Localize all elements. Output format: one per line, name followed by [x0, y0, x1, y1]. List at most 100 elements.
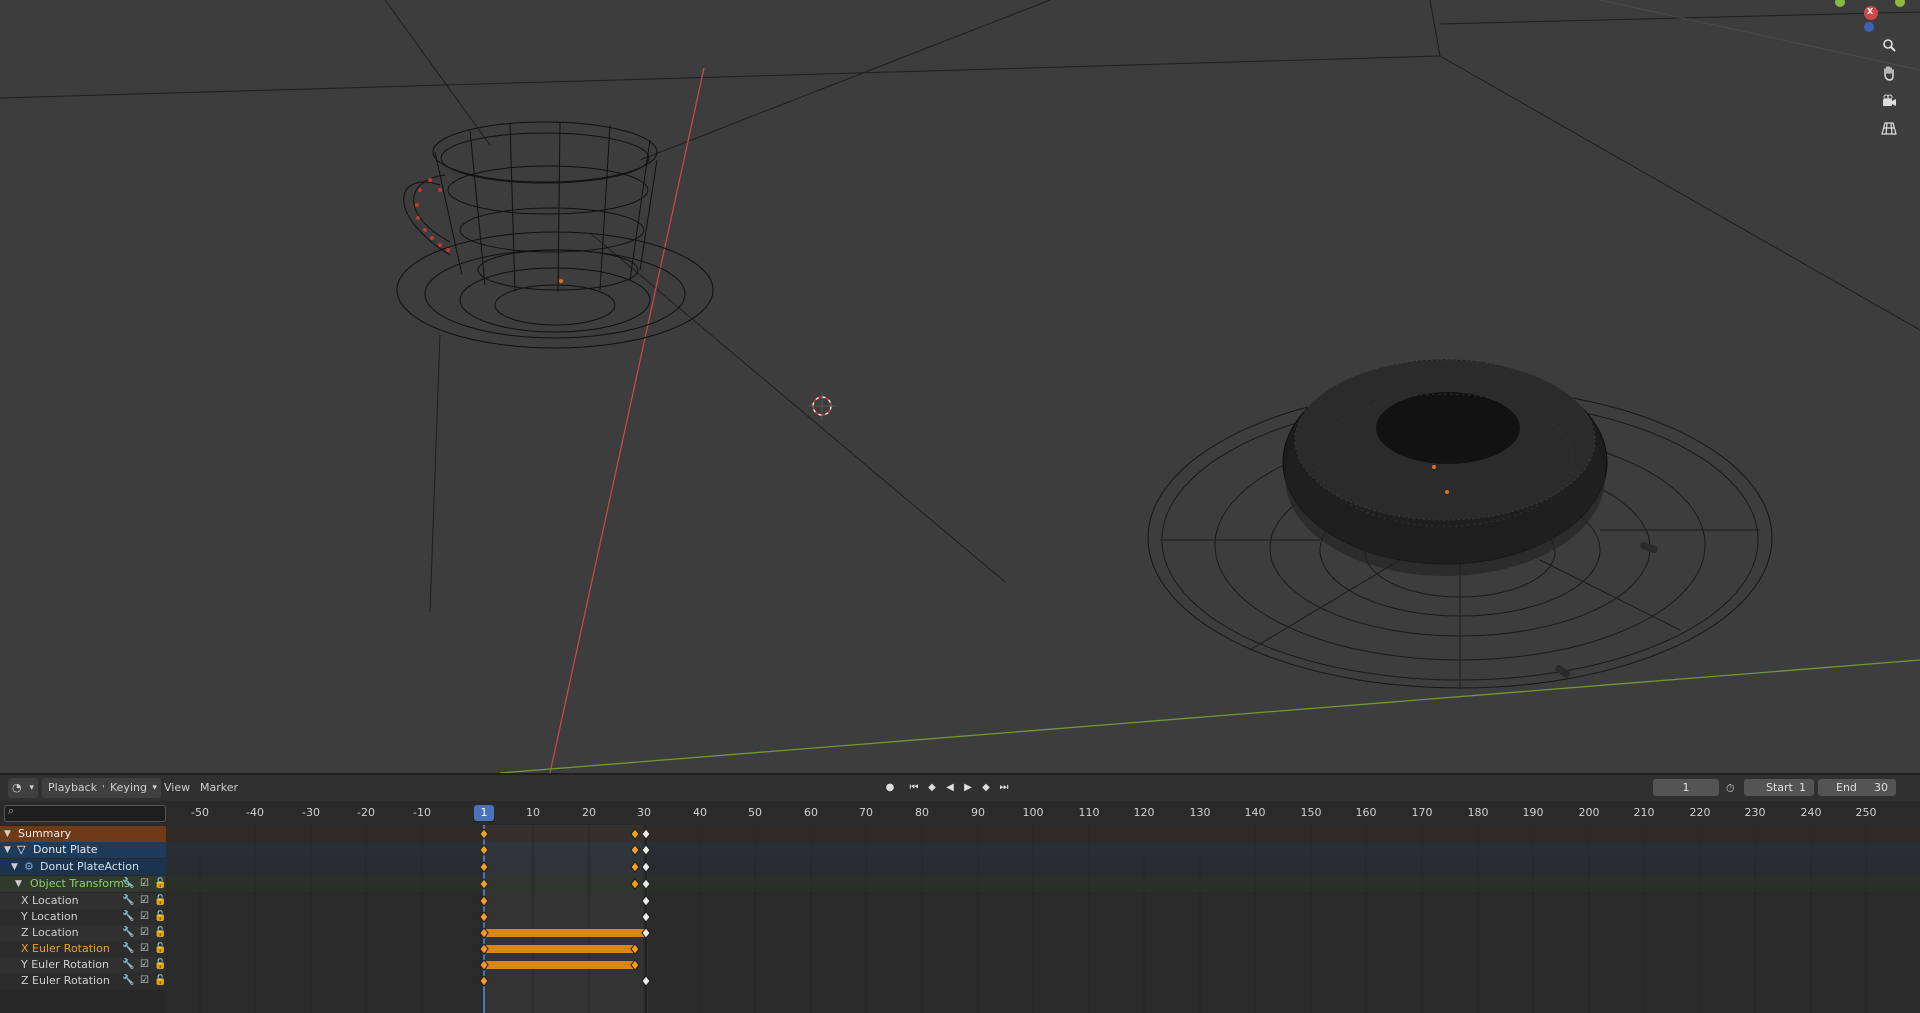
- wrench-icon[interactable]: 🔧: [122, 910, 135, 923]
- channel-label: Z Euler Rotation: [21, 974, 110, 987]
- ruler-tick: 100: [1022, 806, 1044, 819]
- ruler-tick: 210: [1633, 806, 1655, 819]
- triangle-down-icon: ▼: [15, 879, 22, 889]
- marker-menu[interactable]: Marker: [200, 778, 238, 798]
- gizmo-axis-x-label: X: [1867, 7, 1874, 16]
- start-value: 1: [1799, 781, 1806, 794]
- ruler-tick: 40: [693, 806, 707, 819]
- wrench-icon[interactable]: 🔧: [122, 877, 135, 890]
- wrench-icon[interactable]: 🔧: [122, 894, 135, 907]
- stopwatch-icon[interactable]: ⏱: [1726, 779, 1735, 799]
- checkbox-icon[interactable]: ☑: [138, 942, 151, 955]
- ruler-tick: 240: [1800, 806, 1822, 819]
- ruler-tick: -30: [302, 806, 320, 819]
- camera-icon[interactable]: [1881, 93, 1907, 119]
- view-menu[interactable]: View: [164, 778, 190, 798]
- channel-list: ▼ Summary ▼ ▽ Donut Plate ▼ ⚙ Donut Plat…: [0, 825, 167, 1013]
- ruler-tick: 200: [1578, 806, 1600, 819]
- ruler-tick: 90: [971, 806, 985, 819]
- checkbox-icon[interactable]: ☑: [138, 877, 151, 890]
- clock-icon: ◔: [12, 781, 22, 794]
- ruler-tick: -20: [357, 806, 375, 819]
- ruler-tick: -50: [191, 806, 209, 819]
- grid-icon[interactable]: [1881, 120, 1907, 146]
- teacup-mesh: [396, 121, 714, 349]
- ruler-tick: 10: [526, 806, 540, 819]
- channel-row[interactable]: X Euler Rotation 🔧 ☑ 🔓: [0, 941, 167, 957]
- hand-pan-icon[interactable]: [1881, 65, 1907, 91]
- channel-row[interactable]: Z Location 🔧 ☑ 🔓: [0, 925, 167, 941]
- timeline-editor: ◔ Playback Keying View Marker ● ⏮ ◆ ◀ ▶ …: [0, 773, 1920, 1013]
- channel-label: X Euler Rotation: [21, 942, 110, 955]
- timeline-header: ◔ Playback Keying View Marker ● ⏮ ◆ ◀ ▶ …: [0, 775, 1920, 801]
- end-frame-field[interactable]: End 30: [1818, 779, 1896, 796]
- wrench-icon[interactable]: 🔧: [122, 974, 135, 987]
- wrench-icon[interactable]: 🔧: [122, 958, 135, 971]
- 3d-viewport[interactable]: X: [0, 0, 1920, 773]
- channel-summary[interactable]: ▼ Summary: [0, 826, 166, 842]
- ruler-tick: 150: [1300, 806, 1322, 819]
- keying-menu[interactable]: Keying: [104, 778, 161, 798]
- wrench-icon[interactable]: 🔧: [122, 926, 135, 939]
- channel-row[interactable]: Y Location 🔧 ☑ 🔓: [0, 909, 167, 925]
- playback-controls: ● ⏮ ◆ ◀ ▶ ◆ ⏭: [882, 779, 1012, 795]
- checkbox-icon[interactable]: ☑: [138, 894, 151, 907]
- ruler-tick: 220: [1689, 806, 1711, 819]
- checkbox-icon[interactable]: ☑: [138, 926, 151, 939]
- start-label: Start: [1766, 781, 1793, 794]
- 3d-cursor: [808, 392, 836, 420]
- playback-menu[interactable]: Playback: [42, 778, 112, 798]
- checkbox-icon[interactable]: ☑: [138, 910, 151, 923]
- editor-type-menu[interactable]: ◔: [8, 778, 38, 798]
- ruler-tick: 130: [1189, 806, 1211, 819]
- end-value: 30: [1874, 781, 1888, 794]
- ruler-tick: 60: [804, 806, 818, 819]
- checkbox-icon[interactable]: ☑: [138, 974, 151, 987]
- channel-object[interactable]: ▼ ▽ Donut Plate: [0, 842, 166, 858]
- keyframe-canvas: [166, 825, 1920, 1013]
- record-icon[interactable]: ●: [882, 779, 898, 795]
- triangle-down-icon: ▼: [11, 862, 18, 872]
- channel-row[interactable]: Z Euler Rotation 🔧 ☑ 🔓: [0, 973, 167, 989]
- hold-bar: [486, 961, 636, 969]
- prev-keyframe-icon[interactable]: ◆: [924, 779, 940, 795]
- ruler-tick: 120: [1133, 806, 1155, 819]
- current-frame-field[interactable]: 1: [1653, 779, 1719, 796]
- next-keyframe-icon[interactable]: ◆: [978, 779, 994, 795]
- ruler-tick: -40: [246, 806, 264, 819]
- ruler-tick: 110: [1078, 806, 1100, 819]
- frame-ruler[interactable]: -50 -40 -30 -20 -10 1 10 20 30 40 50 60 …: [166, 801, 1920, 825]
- wrench-icon[interactable]: 🔧: [122, 942, 135, 955]
- mesh-icon: ▽: [17, 843, 26, 856]
- hold-bar: [486, 945, 636, 953]
- donut-mesh: [1282, 359, 1608, 576]
- jump-start-icon[interactable]: ⏮: [906, 779, 922, 795]
- ruler-tick: 30: [637, 806, 651, 819]
- channel-row[interactable]: X Location 🔧 ☑ 🔓: [0, 893, 167, 909]
- channel-label: Y Euler Rotation: [21, 958, 109, 971]
- triangle-down-icon: ▼: [4, 829, 11, 839]
- current-frame-indicator[interactable]: 1: [474, 805, 494, 821]
- start-frame-field[interactable]: Start 1: [1744, 779, 1814, 796]
- ruler-tick: 80: [915, 806, 929, 819]
- ruler-tick: 50: [748, 806, 762, 819]
- play-reverse-icon[interactable]: ◀: [942, 779, 958, 795]
- channel-group[interactable]: ▼ Object Transforms 🔧 ☑ 🔓: [0, 876, 167, 892]
- dopesheet-area[interactable]: [166, 825, 1920, 1013]
- summary-label: Summary: [18, 827, 72, 840]
- channel-search-input[interactable]: ⌕: [4, 804, 166, 822]
- ruler-tick: 180: [1467, 806, 1489, 819]
- zoom-icon[interactable]: [1881, 38, 1907, 64]
- ruler-tick: 250: [1855, 806, 1877, 819]
- object-label: Donut Plate: [33, 843, 98, 856]
- ruler-tick: 170: [1411, 806, 1433, 819]
- channel-row[interactable]: Y Euler Rotation 🔧 ☑ 🔓: [0, 957, 167, 973]
- action-label: Donut PlateAction: [40, 860, 139, 873]
- ruler-tick: 20: [582, 806, 596, 819]
- scene-drawing: [0, 0, 1920, 773]
- play-icon[interactable]: ▶: [960, 779, 976, 795]
- jump-end-icon[interactable]: ⏭: [996, 779, 1012, 795]
- channel-action[interactable]: ▼ ⚙ Donut PlateAction: [0, 859, 166, 875]
- checkbox-icon[interactable]: ☑: [138, 958, 151, 971]
- ruler-tick: -10: [413, 806, 431, 819]
